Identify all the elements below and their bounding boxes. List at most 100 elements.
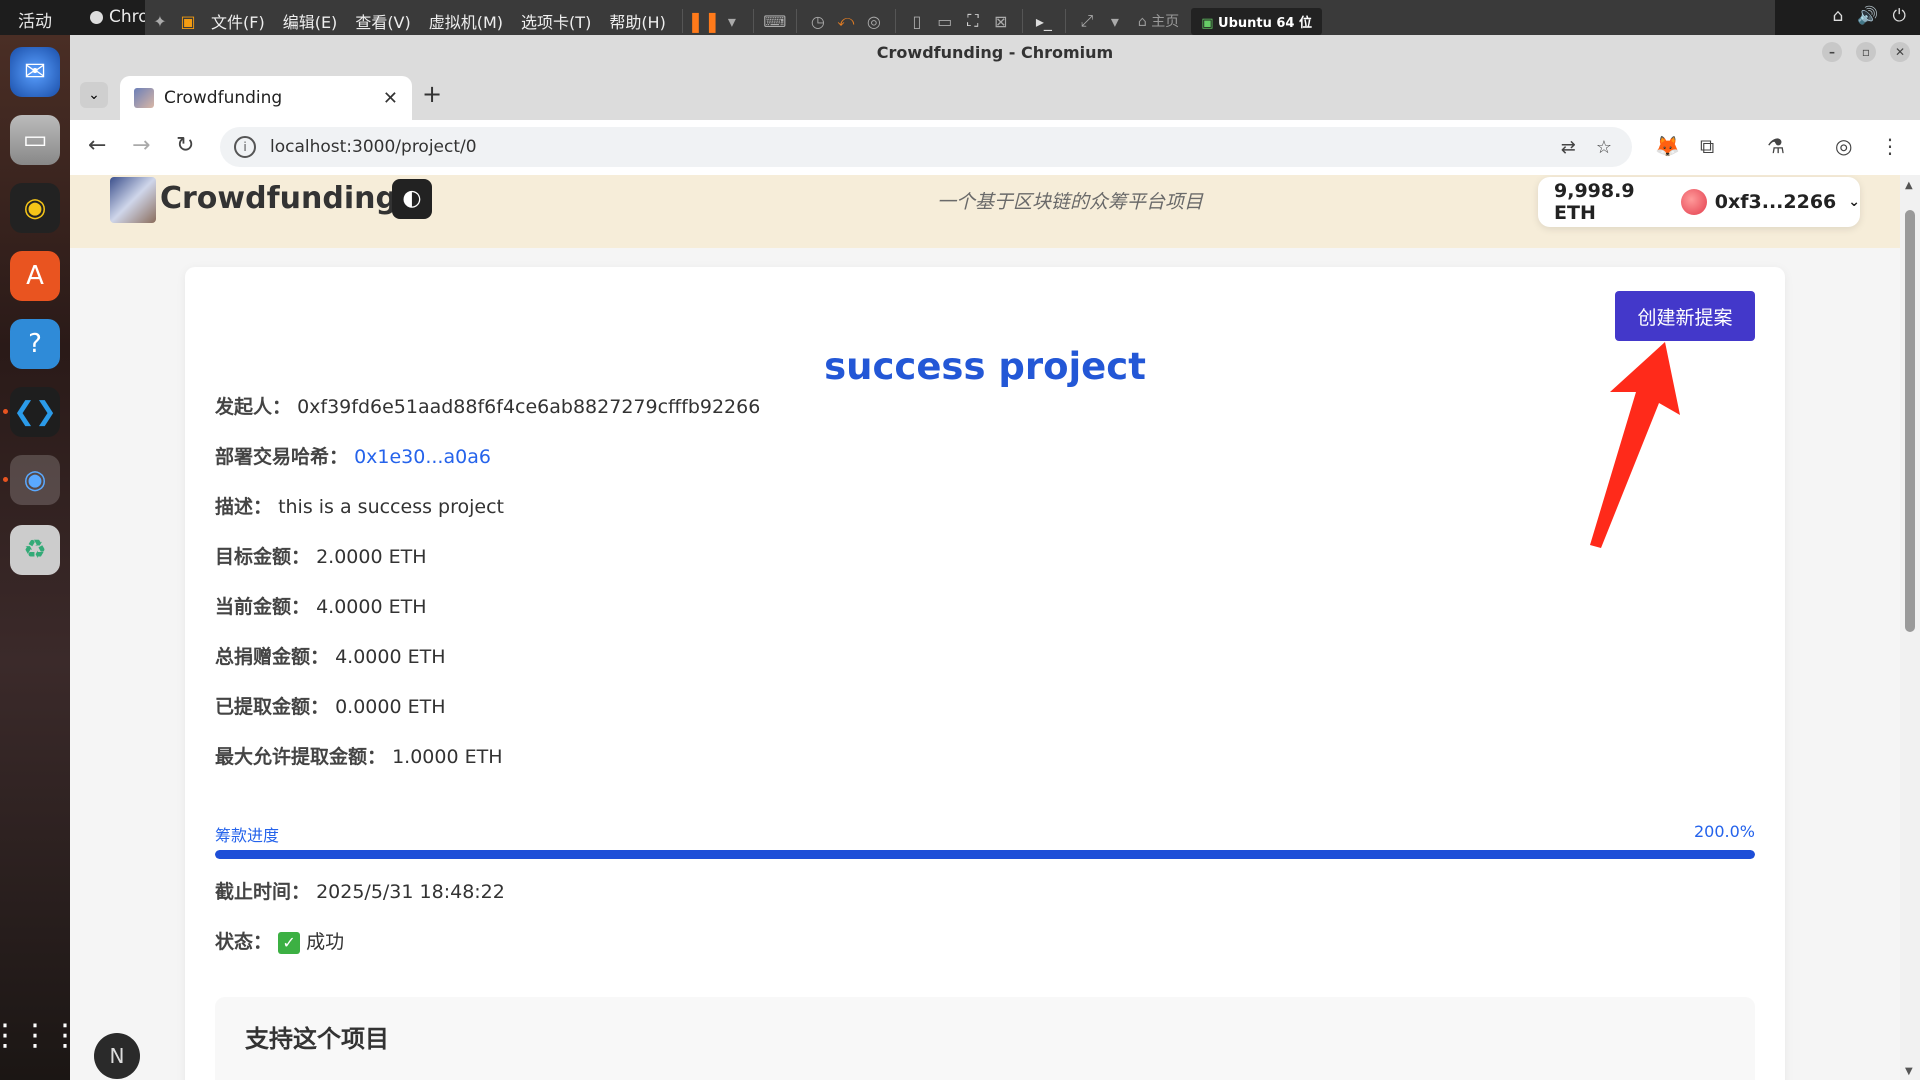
vm-icon[interactable]: ▣ (177, 10, 199, 32)
show-apps-icon[interactable]: ⋮⋮⋮ (0, 1010, 80, 1060)
system-tray[interactable]: ⌂ 🔊 ⏻ (1833, 6, 1906, 26)
running-indicator (3, 409, 8, 414)
wallet-account[interactable]: 0xf3...2266 ⌄ (1680, 189, 1860, 215)
window-title: Crowdfunding - Chromium (876, 43, 1114, 62)
chromium-app-indicator[interactable]: Chro (90, 7, 149, 27)
extensions-icon[interactable]: ⧉ (1700, 134, 1714, 158)
field-label: 已提取金额： (215, 696, 330, 718)
field-label: 目标金额： (215, 546, 311, 568)
chromium-app-label: Chro (109, 7, 149, 27)
network-icon[interactable]: ⌂ (1833, 6, 1844, 26)
reload-icon[interactable]: ↻ (176, 133, 194, 158)
vm-home-tab[interactable]: ⌂ 主页 (1132, 11, 1185, 31)
vm-menu-edit[interactable]: 编辑(E) (277, 9, 344, 33)
tab-crowdfunding[interactable]: Crowdfunding ✕ (120, 76, 412, 120)
chromium-icon (90, 10, 103, 24)
field-description: 描述： this is a success project (215, 492, 504, 519)
field-goal: 目标金额： 2.0000 ETH (215, 542, 426, 569)
dev-tools-button[interactable]: N (94, 1033, 140, 1079)
scrollbar-thumb[interactable] (1905, 210, 1915, 632)
window-controls: – ▫ ✕ (1822, 42, 1910, 62)
github-icon[interactable]: ◐ (392, 179, 432, 219)
create-proposal-button[interactable]: 创建新提案 (1615, 291, 1755, 341)
snapshot-icon[interactable]: ◷ (807, 10, 829, 32)
activities-button[interactable]: 活动 (18, 7, 52, 32)
revert-snapshot-icon[interactable]: ⤺ (835, 10, 857, 32)
field-label: 部署交易哈希： (215, 446, 349, 468)
field-value: 4.0000 ETH (335, 646, 446, 668)
close-icon[interactable]: ✕ (1890, 42, 1910, 62)
vm-home-label: 主页 (1151, 14, 1180, 30)
running-indicator (3, 477, 8, 482)
files-icon[interactable]: ▭ (10, 115, 60, 165)
separator (681, 9, 683, 33)
window-titlebar[interactable]: Crowdfunding - Chromium – ▫ ✕ (70, 35, 1920, 70)
minimize-icon[interactable]: – (1822, 42, 1842, 62)
page-scrollbar[interactable]: ▲ ▼ (1900, 175, 1920, 1080)
stretch-icon[interactable]: ⤢ (1076, 10, 1098, 32)
vm-menu-tabs[interactable]: 选项卡(T) (515, 9, 597, 33)
scroll-down-icon[interactable]: ▼ (1905, 1066, 1913, 1077)
new-tab-icon[interactable]: + (422, 80, 442, 108)
view-thumbnail-icon[interactable]: ▭ (934, 10, 956, 32)
field-value: 2025/5/31 18:48:22 (316, 881, 505, 903)
field-total-donated: 总捐赠金额： 4.0000 ETH (215, 642, 445, 669)
snapshot-manager-icon[interactable]: ◎ (863, 10, 885, 32)
profile-icon[interactable]: ◎ (1835, 134, 1852, 158)
vm-menu-vm[interactable]: 虚拟机(M) (423, 9, 509, 33)
app-center-icon[interactable]: A (10, 251, 60, 301)
forward-icon[interactable]: → (132, 133, 150, 158)
field-current: 当前金额： 4.0000 ETH (215, 592, 426, 619)
vscode-icon[interactable]: ❮❯ (10, 387, 60, 437)
menu-kebab-icon[interactable]: ⋮ (1880, 134, 1900, 158)
vm-menu-help[interactable]: 帮助(H) (603, 9, 672, 33)
account-address: 0xf3...2266 (1714, 191, 1837, 213)
pause-icon[interactable]: ❚❚ (687, 9, 721, 33)
dropdown-icon[interactable]: ▾ (1104, 10, 1126, 32)
browser-toolbar: ← → ↻ i localhost:3000/project/0 ⇄ ☆ 🦊 ⧉… (70, 120, 1920, 176)
metamask-icon[interactable]: 🦊 (1655, 134, 1680, 158)
help-icon[interactable]: ? (10, 319, 60, 369)
field-value: this is a success project (278, 496, 504, 518)
chromium-icon[interactable]: ◉ (10, 455, 60, 505)
field-value: 0xf39fd6e51aad88f6f4ce6ab8827279cfffb922… (297, 396, 761, 418)
url-text[interactable]: localhost:3000/project/0 (270, 137, 1561, 157)
tx-hash-link[interactable]: 0x1e30...a0a6 (354, 446, 491, 468)
send-keys-icon[interactable]: ⌨ (763, 10, 786, 32)
vm-menu-file[interactable]: 文件(F) (205, 9, 271, 33)
power-icon[interactable]: ⏻ (1893, 6, 1906, 26)
translate-icon[interactable]: ⇄ (1561, 137, 1576, 158)
field-value: 0.0000 ETH (335, 696, 446, 718)
progress-percent: 200.0% (1693, 822, 1755, 841)
site-info-icon[interactable]: i (234, 136, 256, 158)
rhythmbox-icon[interactable]: ◉ (10, 183, 60, 233)
site-logo[interactable] (110, 177, 156, 223)
thunderbird-icon[interactable]: ✉ (10, 47, 60, 97)
vm-active-tab[interactable]: ▣ Ubuntu 64 位 (1191, 7, 1322, 35)
tab-strip: ⌄ Crowdfunding ✕ + (70, 70, 1920, 120)
address-bar[interactable]: i localhost:3000/project/0 ⇄ ☆ (220, 127, 1632, 167)
field-label: 描述： (215, 496, 273, 518)
view-sidebar-icon[interactable]: ▯ (906, 10, 928, 32)
site-brand[interactable]: Crowdfunding (160, 181, 397, 216)
console-icon[interactable]: ▸_ (1033, 10, 1055, 32)
wallet-connect-button[interactable]: 9,998.9 ETH 0xf3...2266 ⌄ (1538, 177, 1860, 227)
account-avatar (1680, 189, 1707, 215)
back-icon[interactable]: ← (88, 133, 106, 158)
vm-menu-view[interactable]: 查看(V) (349, 9, 416, 33)
volume-icon[interactable]: 🔊 (1857, 6, 1878, 26)
tab-close-icon[interactable]: ✕ (383, 88, 398, 109)
trash-icon[interactable]: ♻ (10, 525, 60, 575)
progress-fill (215, 850, 1755, 859)
scroll-up-icon[interactable]: ▲ (1905, 180, 1913, 191)
pin-icon[interactable]: ✦ (149, 10, 171, 32)
maximize-icon[interactable]: ▫ (1856, 42, 1876, 62)
unity-icon[interactable]: ⊠ (990, 10, 1012, 32)
bookmark-star-icon[interactable]: ☆ (1596, 137, 1612, 158)
labs-flask-icon[interactable]: ⚗ (1767, 134, 1785, 158)
field-value: 4.0000 ETH (316, 596, 427, 618)
fullscreen-icon[interactable]: ⛶ (962, 10, 984, 32)
support-section: 支持这个项目 (215, 997, 1755, 1080)
tab-search-icon[interactable]: ⌄ (80, 82, 108, 108)
dropdown-icon[interactable]: ▾ (721, 10, 743, 32)
